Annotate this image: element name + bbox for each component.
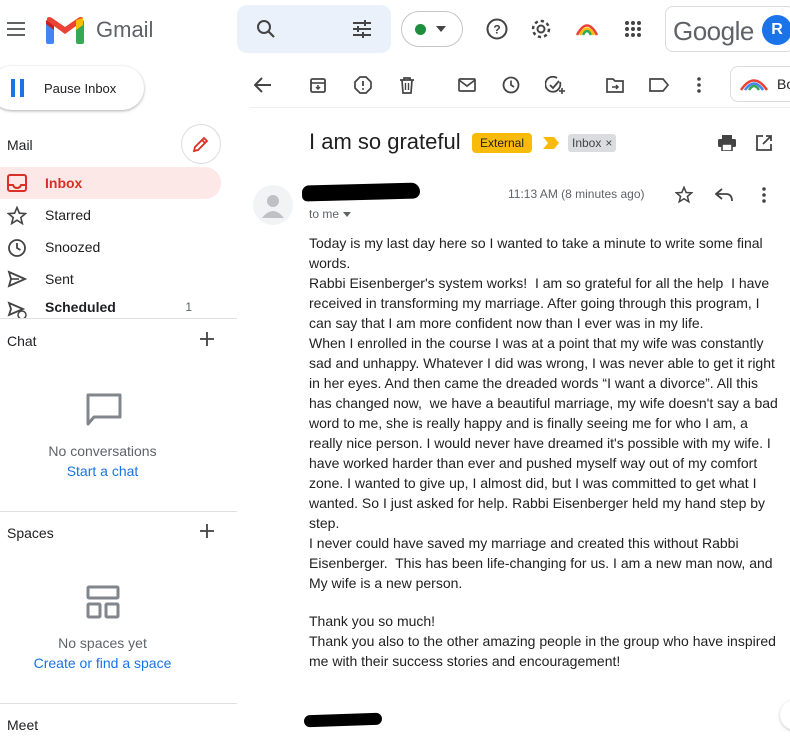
report-spam-icon[interactable] — [348, 70, 378, 100]
sidebar-item-label: Sent — [45, 271, 74, 287]
spaces-heading: Spaces — [7, 525, 54, 541]
snooze-clock-icon[interactable] — [496, 70, 526, 100]
addon-label: Bo — [777, 76, 790, 92]
scheduled-send-icon — [7, 301, 27, 319]
sidebar-item-snoozed[interactable]: Snoozed — [0, 231, 221, 263]
pause-inbox-label: Pause Inbox — [44, 80, 117, 96]
add-space-icon[interactable] — [199, 523, 215, 539]
pause-icon — [11, 79, 25, 97]
recipient-details[interactable]: to me — [309, 207, 352, 221]
closing-line: Thank you so much! — [309, 613, 436, 629]
more-vertical-icon[interactable] — [684, 70, 714, 100]
sidebar-item-sent[interactable]: Sent — [0, 263, 221, 295]
top-bar: Gmail ? Google R — [0, 0, 790, 62]
spaces-grid-icon — [86, 585, 120, 619]
sidebar-item-label: Scheduled — [45, 299, 116, 315]
archive-icon[interactable] — [303, 70, 333, 100]
email-timestamp: 11:13 AM (8 minutes ago) — [508, 187, 645, 201]
gmail-logo-icon[interactable] — [46, 16, 84, 44]
sidebar-item-scheduled[interactable]: Scheduled 1 — [0, 295, 221, 319]
side-panel-toggle[interactable] — [780, 700, 790, 730]
sidebar-item-label: Snoozed — [45, 239, 101, 255]
chevron-down-icon — [343, 211, 352, 217]
label-tag-icon[interactable] — [644, 70, 674, 100]
body-paragraph: I never could have saved my marriage and… — [309, 535, 777, 591]
sidebar-divider — [0, 318, 237, 319]
inbox-label-text: Inbox — [572, 136, 602, 150]
back-arrow-icon[interactable] — [248, 70, 278, 100]
sidebar-divider — [0, 511, 237, 512]
compose-button[interactable] — [181, 124, 221, 164]
sidebar-item-label: Starred — [45, 207, 91, 223]
pencil-icon — [192, 136, 209, 153]
person-icon — [262, 195, 284, 218]
send-icon — [7, 270, 27, 288]
remove-label-icon[interactable]: × — [605, 134, 612, 152]
apps-grid-icon[interactable] — [615, 11, 651, 47]
open-in-new-window-icon[interactable] — [746, 125, 782, 161]
start-chat-link[interactable]: Start a chat — [0, 463, 205, 479]
delete-trash-icon[interactable] — [392, 70, 422, 100]
sidebar-item-inbox[interactable]: Inbox — [0, 167, 221, 199]
chat-bubble-icon — [86, 393, 122, 427]
addon-chip[interactable]: Bo — [730, 66, 790, 102]
search-box[interactable] — [237, 5, 391, 53]
star-icon — [7, 206, 27, 226]
scheduled-count: 1 — [185, 300, 192, 314]
add-to-tasks-icon[interactable] — [540, 70, 570, 100]
google-logo-text: Google — [673, 16, 754, 46]
account-avatar[interactable]: R — [762, 15, 790, 45]
search-options-icon[interactable] — [352, 20, 372, 38]
move-to-folder-icon[interactable] — [600, 70, 630, 100]
status-selector[interactable] — [401, 11, 463, 47]
body-paragraph: Rabbi Eisenberger's system works! I am s… — [309, 275, 774, 331]
add-chat-icon[interactable] — [199, 331, 215, 347]
sender-avatar[interactable] — [253, 185, 293, 225]
svg-text:?: ? — [493, 23, 500, 37]
body-paragraph: When I enrolled in the course I was at a… — [309, 335, 782, 531]
sidebar-item-label: Inbox — [45, 175, 83, 191]
google-account-box[interactable]: Google R — [665, 6, 790, 52]
email-subject: I am so grateful — [309, 129, 461, 154]
body-paragraph: Today is my last day here so I wanted to… — [309, 235, 767, 271]
external-badge: External — [472, 133, 533, 153]
redacted-signature — [303, 712, 383, 728]
sidebar-divider — [0, 703, 237, 704]
pause-inbox-button[interactable]: Pause Inbox — [0, 66, 144, 110]
recipient-text: to me — [309, 207, 340, 221]
mail-heading: Mail — [7, 137, 33, 153]
search-icon[interactable] — [256, 19, 276, 39]
status-dot-icon — [415, 24, 426, 35]
chevron-down-icon — [436, 26, 446, 32]
no-spaces-text: No spaces yet — [58, 635, 147, 651]
reply-icon[interactable] — [706, 177, 742, 213]
print-icon[interactable] — [709, 125, 745, 161]
addon-rainbow-icon[interactable] — [569, 11, 605, 47]
clock-icon — [7, 238, 27, 258]
closing-line: Thank you also to the other amazing peop… — [309, 633, 780, 669]
app-name: Gmail — [96, 17, 154, 42]
create-space-link[interactable]: Create or find a space — [0, 655, 205, 671]
redacted-sender-name — [301, 182, 421, 202]
help-icon[interactable]: ? — [479, 11, 515, 47]
settings-gear-icon[interactable] — [523, 11, 559, 47]
importance-marker-icon[interactable] — [543, 137, 559, 149]
toolbar-divider — [250, 107, 790, 108]
main-menu-icon[interactable] — [0, 11, 35, 47]
sidebar-item-starred[interactable]: Starred — [0, 199, 221, 231]
addon-rainbow-icon — [739, 77, 769, 91]
mark-unread-mail-icon[interactable] — [452, 70, 482, 100]
star-icon[interactable] — [666, 177, 702, 213]
message-more-icon[interactable] — [746, 177, 782, 213]
chat-heading: Chat — [7, 333, 37, 349]
inbox-label-chip: Inbox × — [568, 134, 617, 152]
inbox-icon — [7, 174, 27, 192]
meet-heading: Meet — [7, 717, 39, 733]
email-body: Today is my last day here so I wanted to… — [309, 233, 781, 671]
no-conversations-text: No conversations — [48, 443, 157, 459]
